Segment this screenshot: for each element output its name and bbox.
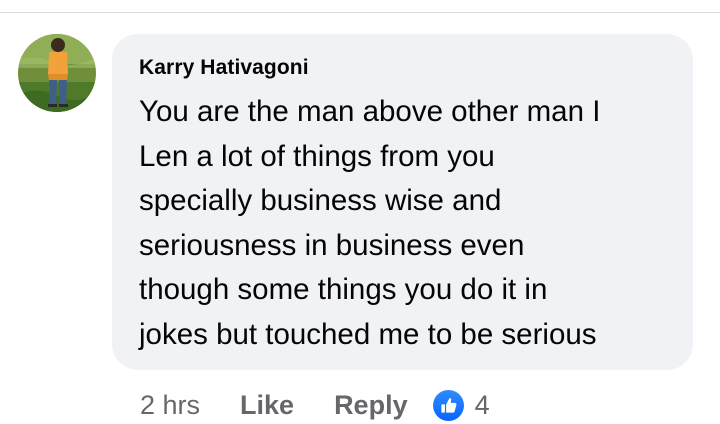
reaction-summary[interactable]: 4 [432, 389, 490, 421]
avatar[interactable] [18, 34, 96, 112]
comment-text-line: You are the man above other man I [139, 95, 601, 128]
comment: Karry Hativagoni You are the man above o… [0, 0, 720, 423]
comment-author[interactable]: Karry Hativagoni [139, 56, 309, 80]
comment-actions: 2 hrs Like Reply 4 [140, 386, 490, 424]
comment-text-line: though some things you do it in [139, 273, 548, 307]
comment-text: You are the man above other man I Len a … [139, 90, 600, 358]
comment-timestamp[interactable]: 2 hrs [140, 390, 200, 421]
avatar-photo [18, 34, 96, 112]
comment-text-line: Len a lot of things from you [139, 139, 495, 173]
like-thumbs-up-icon [432, 389, 464, 421]
comment-text-line: specially business wise and [139, 184, 502, 218]
like-button[interactable]: Like [240, 390, 294, 421]
comment-bubble: Karry Hativagoni You are the man above o… [112, 34, 693, 370]
comment-text-line: seriousness in business even [139, 228, 525, 262]
comment-text-line: jokes but touched me to be serious [139, 317, 597, 351]
reply-button[interactable]: Reply [334, 390, 408, 421]
reaction-count: 4 [474, 389, 490, 420]
